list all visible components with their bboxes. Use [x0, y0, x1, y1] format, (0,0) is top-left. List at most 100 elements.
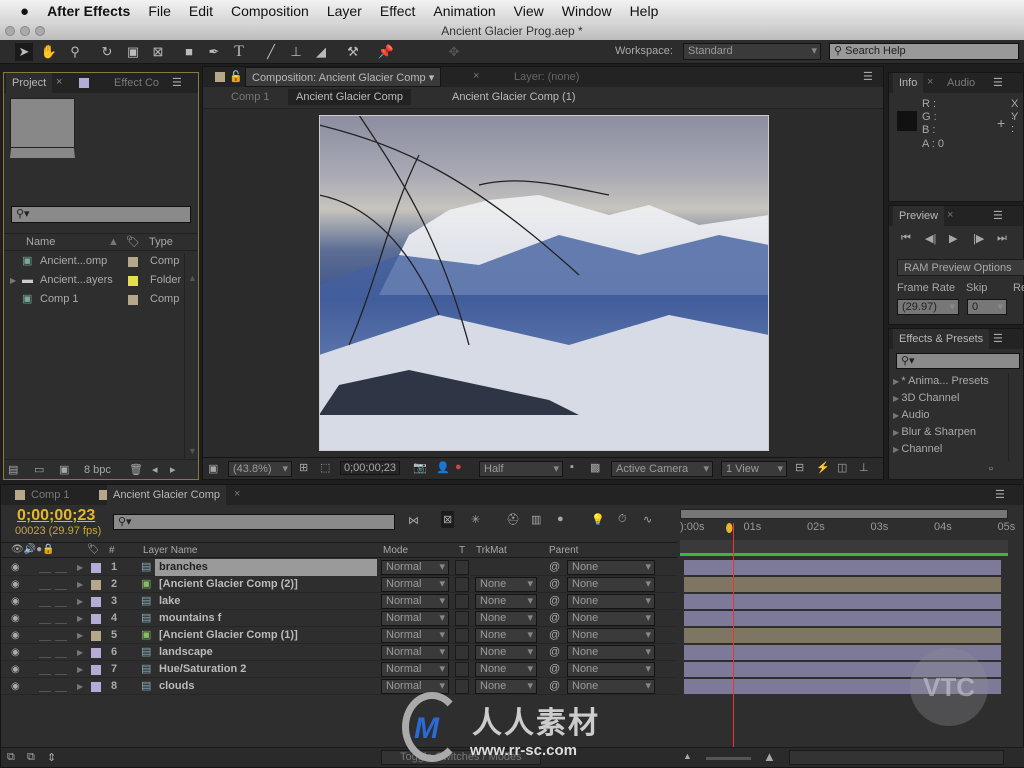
- minimize-window-button[interactable]: [20, 26, 30, 36]
- transparency-grid-icon[interactable]: ▩: [590, 461, 600, 474]
- lock-icon[interactable]: 🔓: [229, 70, 243, 83]
- layer-name[interactable]: branches: [155, 559, 377, 576]
- expand-modes-icon[interactable]: ⧉: [27, 751, 35, 764]
- eraser-tool-icon[interactable]: ◢: [312, 43, 330, 61]
- pick-whip-icon[interactable]: @: [549, 576, 560, 593]
- eye-icon[interactable]: ◉: [11, 610, 20, 627]
- eye-icon[interactable]: ◉: [11, 644, 20, 661]
- zoom-in-icon[interactable]: ▲: [763, 749, 776, 764]
- column-layer-name[interactable]: Layer Name: [143, 545, 197, 556]
- menu-app[interactable]: After Effects: [47, 3, 130, 19]
- tab-effects-presets[interactable]: Effects & Presets: [893, 329, 990, 349]
- label-swatch[interactable]: [128, 295, 138, 305]
- expand-layer-switches-icon[interactable]: ⧉: [7, 751, 15, 764]
- menu-item[interactable]: Help: [630, 3, 659, 19]
- new-folder-icon[interactable]: ▭: [34, 463, 44, 476]
- zoom-window-button[interactable]: [35, 26, 45, 36]
- layer-row[interactable]: ◉ ▶ 4 ▤ mountains f Normal None @ None: [1, 610, 677, 627]
- blend-mode-dropdown[interactable]: Normal: [381, 611, 449, 626]
- rectangle-tool-icon[interactable]: ■: [180, 43, 198, 61]
- frame-blending-icon[interactable]: ▥: [531, 513, 541, 526]
- preserve-transparency-checkbox[interactable]: [455, 679, 469, 694]
- label-swatch[interactable]: [91, 563, 101, 573]
- label-column-icon[interactable]: 🏷: [126, 235, 140, 248]
- preserve-transparency-checkbox[interactable]: [455, 611, 469, 626]
- hide-shy-layers-icon[interactable]: ⛑: [506, 513, 520, 526]
- close-icon[interactable]: ×: [927, 76, 933, 88]
- show-snapshot-icon[interactable]: 👤: [436, 461, 450, 474]
- close-icon[interactable]: ×: [473, 70, 479, 82]
- lock-switch[interactable]: [55, 630, 67, 641]
- hand-tool-icon[interactable]: ✋: [40, 43, 58, 61]
- menu-item[interactable]: Effect: [380, 3, 416, 19]
- zoom-tool-icon[interactable]: ⚲: [66, 43, 84, 61]
- solo-switch[interactable]: [39, 562, 51, 573]
- expand-triangle-icon[interactable]: ▶: [77, 593, 83, 610]
- panel-menu-icon[interactable]: ☰: [993, 332, 1003, 345]
- solo-switch[interactable]: [39, 596, 51, 607]
- pan-behind-tool-icon[interactable]: ⊠: [149, 43, 167, 61]
- play-icon[interactable]: ▶: [949, 232, 957, 245]
- current-time-button[interactable]: 0;00;00;23: [340, 461, 400, 475]
- pick-whip-icon[interactable]: @: [549, 559, 560, 576]
- comp-mini-flowchart-icon[interactable]: ⋈: [408, 514, 419, 527]
- layer-name[interactable]: lake: [155, 593, 377, 610]
- blend-mode-dropdown[interactable]: Normal: [381, 577, 449, 592]
- panel-menu-icon[interactable]: ☰: [993, 209, 1003, 222]
- tab-comp-1[interactable]: Comp 1: [25, 485, 76, 505]
- lock-switch[interactable]: [55, 579, 67, 590]
- eye-icon[interactable]: ◉: [11, 678, 20, 695]
- blend-mode-dropdown[interactable]: Normal: [381, 662, 449, 677]
- previous-frame-icon[interactable]: ◀|: [925, 232, 936, 245]
- flowchart-icon[interactable]: ⊥: [859, 461, 869, 474]
- layer-name[interactable]: [Ancient Glacier Comp (2)]: [155, 576, 377, 593]
- work-area[interactable]: [680, 540, 1008, 556]
- ram-preview-options-button[interactable]: RAM Preview Options: [897, 259, 1024, 276]
- preserve-transparency-checkbox[interactable]: [455, 662, 469, 677]
- effects-category[interactable]: ▶ 3D Channel: [893, 390, 1011, 407]
- pixel-aspect-icon[interactable]: ⊟: [795, 461, 804, 474]
- composition-viewer[interactable]: [203, 109, 883, 457]
- blend-mode-dropdown[interactable]: Normal: [381, 645, 449, 660]
- pick-whip-icon[interactable]: @: [549, 661, 560, 678]
- lock-switch[interactable]: [55, 681, 67, 692]
- label-swatch[interactable]: [128, 276, 138, 286]
- close-icon[interactable]: ×: [947, 209, 953, 221]
- puppet-pin-tool-icon[interactable]: 📌: [377, 43, 395, 61]
- blend-mode-dropdown[interactable]: Normal: [381, 560, 449, 575]
- layer-bounding-box[interactable]: [319, 115, 769, 451]
- effects-scrollbar[interactable]: [1008, 373, 1023, 461]
- panel-menu-icon[interactable]: ☰: [993, 76, 1003, 89]
- layer-name[interactable]: mountains f: [155, 610, 377, 627]
- effects-search-input[interactable]: ⚲▾: [896, 353, 1020, 369]
- menu-item[interactable]: View: [514, 3, 544, 19]
- menu-item[interactable]: Layer: [327, 3, 362, 19]
- parent-dropdown[interactable]: None: [567, 577, 655, 592]
- expand-triangle-icon[interactable]: ▶: [77, 559, 83, 576]
- project-item[interactable]: ▶ ▬ Ancient...ayers Folder: [4, 272, 184, 289]
- preserve-transparency-checkbox[interactable]: [455, 594, 469, 609]
- eye-icon[interactable]: ◉: [11, 627, 20, 644]
- trkmat-dropdown[interactable]: None: [475, 679, 537, 694]
- clone-stamp-tool-icon[interactable]: ⊥: [287, 43, 305, 61]
- project-scrollbar[interactable]: ▲ ▼: [184, 253, 198, 458]
- fast-previews-icon[interactable]: ⚡: [816, 461, 830, 474]
- lock-switch[interactable]: [55, 613, 67, 624]
- solo-switch[interactable]: [39, 579, 51, 590]
- expand-triangle-icon[interactable]: ▶: [77, 627, 83, 644]
- column-name[interactable]: Name: [26, 236, 55, 248]
- pick-whip-icon[interactable]: @: [549, 627, 560, 644]
- brush-tool-icon[interactable]: ╱: [262, 43, 280, 61]
- toggle-switches-modes-button[interactable]: Toggle Switches / Modes: [381, 750, 541, 765]
- layer-row[interactable]: ◉ ▶ 5 ▣ [Ancient Glacier Comp (1)] Norma…: [1, 627, 677, 644]
- label-swatch[interactable]: [91, 665, 101, 675]
- label-swatch[interactable]: [91, 580, 101, 590]
- solo-switch[interactable]: [39, 613, 51, 624]
- layer-row[interactable]: ◉ ▶ 1 ▤ branches Normal @ None: [1, 559, 677, 576]
- new-preset-icon[interactable]: ▫: [989, 463, 993, 475]
- trkmat-dropdown[interactable]: None: [475, 594, 537, 609]
- tab-preview[interactable]: Preview: [893, 206, 945, 226]
- eye-icon[interactable]: ◉: [11, 559, 20, 576]
- parent-dropdown[interactable]: None: [567, 679, 655, 694]
- menu-item[interactable]: File: [148, 3, 171, 19]
